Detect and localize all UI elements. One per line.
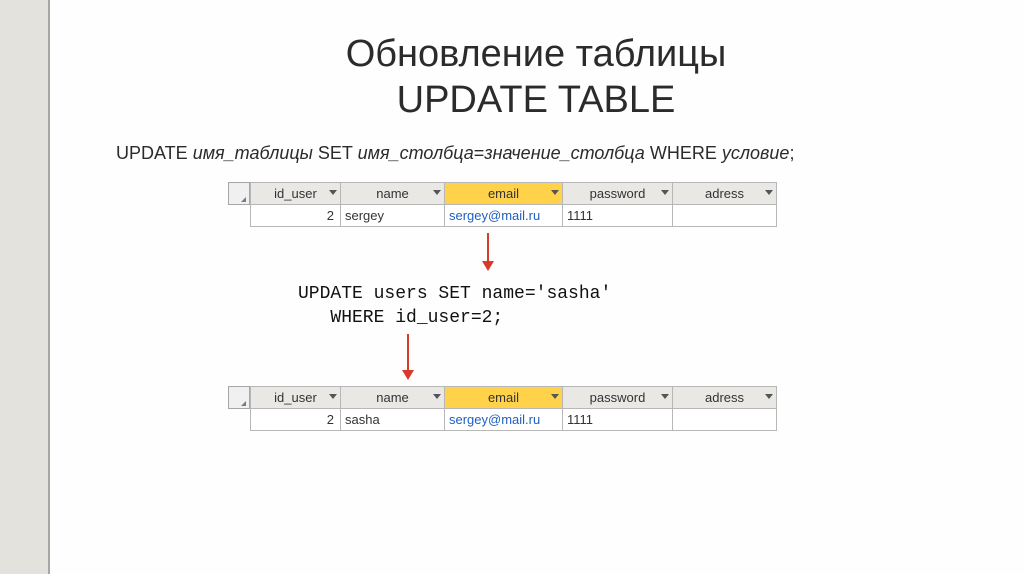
dropdown-icon [661, 190, 669, 195]
kw-where: WHERE [645, 143, 722, 163]
col-header-adress: adress [673, 183, 777, 205]
arrow-down-icon [388, 332, 428, 382]
row-selector-icon [228, 386, 250, 409]
table-before-wrap: id_user name email password adress 2 ser… [228, 182, 784, 227]
cell-password: 1111 [563, 205, 673, 227]
kw-set: SET [313, 143, 358, 163]
title-line-2: UPDATE TABLE [397, 79, 676, 121]
col-header-email: email [445, 183, 563, 205]
title-line-1: Обновление таблицы [346, 33, 727, 75]
col-header-email: email [445, 386, 563, 408]
arrow-down-icon [468, 231, 508, 273]
col-header-id: id_user [251, 386, 341, 408]
slide-title: Обновление таблицы UPDATE TABLE [48, 32, 1024, 123]
col-header-name: name [341, 183, 445, 205]
col-header-adress: adress [673, 386, 777, 408]
dropdown-icon [551, 394, 559, 399]
decorative-left-band [0, 0, 50, 574]
table-header-row: id_user name email password adress [251, 386, 777, 408]
dropdown-icon [329, 190, 337, 195]
it-table: имя_таблицы [193, 143, 313, 163]
it-col: имя_столбца [358, 143, 474, 163]
kw-update: UPDATE [116, 143, 193, 163]
dropdown-icon [661, 394, 669, 399]
table-row: 2 sasha sergey@mail.ru 1111 [251, 408, 777, 430]
sql-statement: UPDATE users SET name='sasha' WHERE id_u… [298, 283, 1024, 330]
col-header-password: password [563, 386, 673, 408]
cell-password: 1111 [563, 408, 673, 430]
table-before: id_user name email password adress 2 ser… [250, 182, 777, 227]
it-val: значение_столбца [484, 143, 645, 163]
eq: = [474, 143, 485, 163]
table-after-wrap: id_user name email password adress 2 sas… [228, 386, 784, 431]
table-after: id_user name email password adress 2 sas… [250, 386, 777, 431]
cell-email: sergey@mail.ru [445, 205, 563, 227]
cell-id: 2 [251, 205, 341, 227]
it-cond: условие [722, 143, 790, 163]
dropdown-icon [765, 190, 773, 195]
table-header-row: id_user name email password adress [251, 183, 777, 205]
cell-adress [673, 408, 777, 430]
cell-email: sergey@mail.ru [445, 408, 563, 430]
dropdown-icon [433, 394, 441, 399]
cell-name: sasha [341, 408, 445, 430]
cell-adress [673, 205, 777, 227]
dropdown-icon [551, 190, 559, 195]
cell-name: sergey [341, 205, 445, 227]
col-header-password: password [563, 183, 673, 205]
slide-content: Обновление таблицы UPDATE TABLE UPDATE и… [48, 0, 1024, 574]
dropdown-icon [329, 394, 337, 399]
cell-id: 2 [251, 408, 341, 430]
dropdown-icon [433, 190, 441, 195]
col-header-name: name [341, 386, 445, 408]
sql-line-2: WHERE id_user=2; [298, 307, 1024, 330]
row-selector-icon [228, 182, 250, 205]
sql-syntax-line: UPDATE имя_таблицы SET имя_столбца=значе… [116, 143, 1024, 164]
semi: ; [789, 143, 794, 163]
dropdown-icon [765, 394, 773, 399]
sql-line-1: UPDATE users SET name='sasha' [298, 283, 1024, 306]
table-row: 2 sergey sergey@mail.ru 1111 [251, 205, 777, 227]
col-header-id: id_user [251, 183, 341, 205]
